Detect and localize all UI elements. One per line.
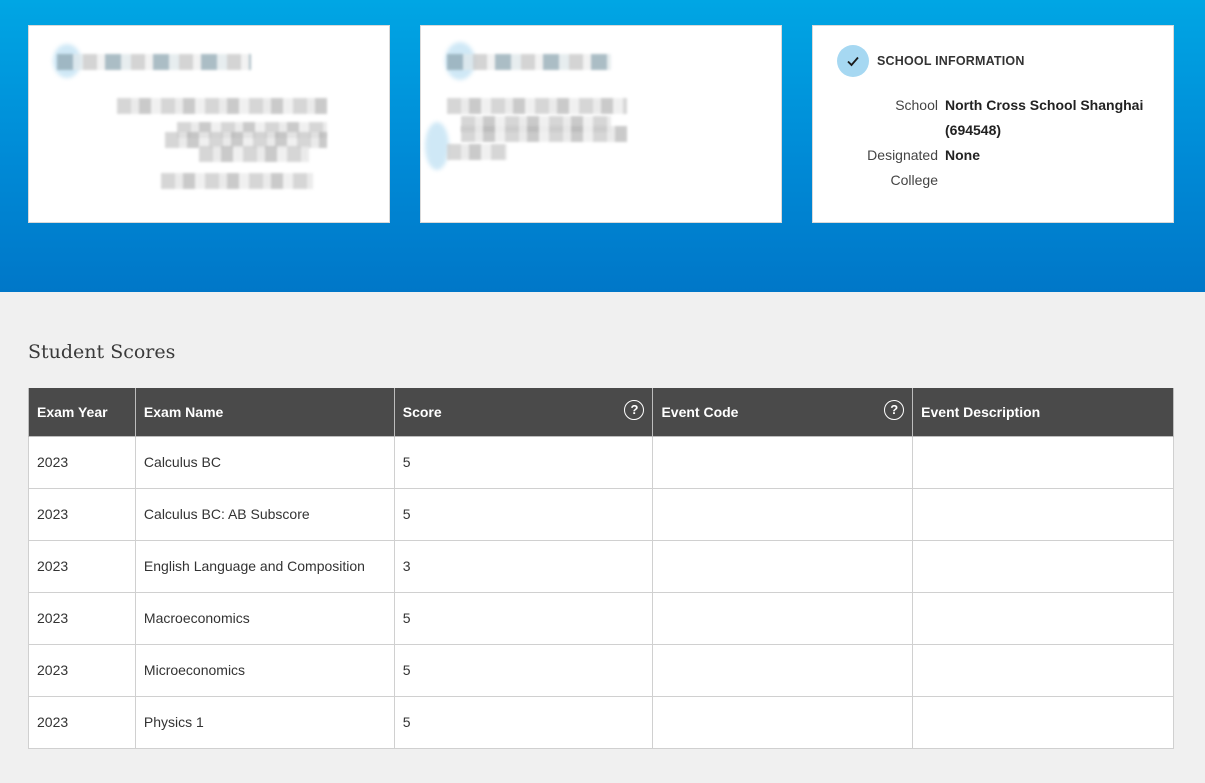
exam-name-cell: Calculus BC [134,435,395,489]
header-exam-year: Exam Year [28,388,136,437]
school-name-value: North Cross School Shanghai [945,97,1144,113]
table-row: 2023 Calculus BC 5 [28,435,1174,489]
table-header-row: Exam Year Exam Name Score ? Event Code ?… [28,388,1174,437]
event-code-cell [652,643,914,697]
school-code-value: (694548) [945,122,1002,138]
event-description-cell [912,487,1174,541]
header-event-code: Event Code ? [652,388,914,437]
redacted-text [117,98,327,114]
exam-year-cell: 2023 [28,435,136,489]
school-label: School [895,97,938,113]
student-info-card [28,25,390,223]
student-scores-title: Student Scores [28,341,176,363]
event-code-cell [652,435,914,489]
event-code-cell [652,695,914,749]
exam-year-cell: 2023 [28,591,136,645]
redacted-text [447,144,507,160]
header-event-description: Event Description [912,388,1174,437]
score-cell: 5 [393,695,654,749]
exam-name-cell: Macroeconomics [134,591,395,645]
exam-name-cell: Calculus BC: AB Subscore [134,487,395,541]
exam-name-cell: English Language and Composition [134,539,395,593]
exam-name-cell: Microeconomics [134,643,395,697]
score-cell: 5 [393,435,654,489]
school-info-card: SCHOOL INFORMATION School North Cross Sc… [812,25,1174,223]
event-code-cell [652,591,914,645]
student-address-card [420,25,782,223]
score-help-icon[interactable]: ? [624,400,645,420]
table-row: 2023 Physics 1 5 [28,695,1174,749]
check-icon [837,45,869,77]
redacted-text [461,126,627,142]
redacted-text [447,54,611,70]
score-cell: 3 [393,539,654,593]
score-cell: 5 [393,487,654,541]
event-description-cell [912,539,1174,593]
event-description-cell [912,591,1174,645]
redacted-text [447,98,627,114]
event-code-cell [652,487,914,541]
score-cell: 5 [393,591,654,645]
redacted-text [57,54,251,70]
header-exam-name: Exam Name [134,388,395,437]
scores-table: Exam Year Exam Name Score ? Event Code ?… [28,388,1174,749]
designated-college-value: None [945,147,980,163]
school-info-title: SCHOOL INFORMATION [877,54,1025,68]
exam-year-cell: 2023 [28,695,136,749]
redacted-text [161,173,313,189]
header-score: Score ? [393,388,654,437]
designated-label: Designated [867,147,938,163]
event-code-help-icon[interactable]: ? [884,400,905,420]
event-description-cell [912,695,1174,749]
redacted-text [199,146,309,162]
exam-name-cell: Physics 1 [134,695,395,749]
redacted-icon [425,122,449,170]
table-row: 2023 Calculus BC: AB Subscore 5 [28,487,1174,541]
table-row: 2023 English Language and Composition 3 [28,539,1174,593]
exam-year-cell: 2023 [28,539,136,593]
college-label: College [890,172,938,188]
event-code-cell [652,539,914,593]
event-description-cell [912,643,1174,697]
table-row: 2023 Macroeconomics 5 [28,591,1174,645]
exam-year-cell: 2023 [28,643,136,697]
exam-year-cell: 2023 [28,487,136,541]
event-description-cell [912,435,1174,489]
table-row: 2023 Microeconomics 5 [28,643,1174,697]
score-cell: 5 [393,643,654,697]
